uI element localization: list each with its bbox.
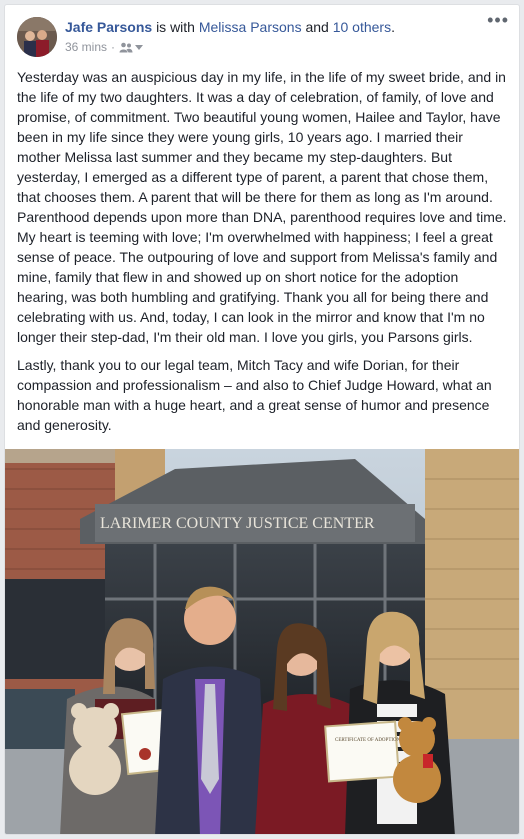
post-header: Jafe Parsons is with Melissa Parsons and… — [5, 5, 519, 65]
friends-icon-glyph — [119, 42, 133, 52]
timestamp-link[interactable]: 36 mins — [65, 40, 107, 54]
period-text: . — [391, 19, 395, 35]
post-attribution: Jafe Parsons is with Melissa Parsons and… — [65, 19, 395, 35]
and-text: and — [305, 19, 329, 35]
author-name-link[interactable]: Jafe Parsons — [65, 19, 152, 35]
chevron-down-icon — [135, 44, 144, 50]
building-sign: LARIMER COUNTY JUSTICE CENTER — [100, 515, 375, 532]
post-meta: 36 mins · — [65, 40, 144, 54]
author-avatar[interactable] — [17, 17, 57, 57]
post-card: Jafe Parsons is with Melissa Parsons and… — [4, 4, 520, 835]
photo-image: LARIMER COUNTY JUSTICE CENTER CERTIFICAT… — [5, 449, 519, 834]
post-paragraph: Lastly, thank you to our legal team, Mit… — [17, 357, 492, 433]
tagged-person-link[interactable]: Melissa Parsons — [199, 19, 302, 35]
meta-separator: · — [111, 40, 116, 54]
avatar-photo — [17, 17, 57, 57]
others-link[interactable]: 10 others — [333, 19, 391, 35]
post-photo[interactable]: LARIMER COUNTY JUSTICE CENTER CERTIFICAT… — [5, 449, 519, 834]
more-options-icon[interactable]: ••• — [487, 11, 509, 29]
friends-icon[interactable] — [119, 42, 144, 53]
certificate-title: CERTIFICATE OF ADOPTION — [335, 738, 401, 743]
post-paragraph: Yesterday was an auspicious day in my li… — [17, 69, 507, 345]
post-text: Yesterday was an auspicious day in my li… — [17, 67, 507, 443]
with-text: is with — [156, 19, 195, 35]
